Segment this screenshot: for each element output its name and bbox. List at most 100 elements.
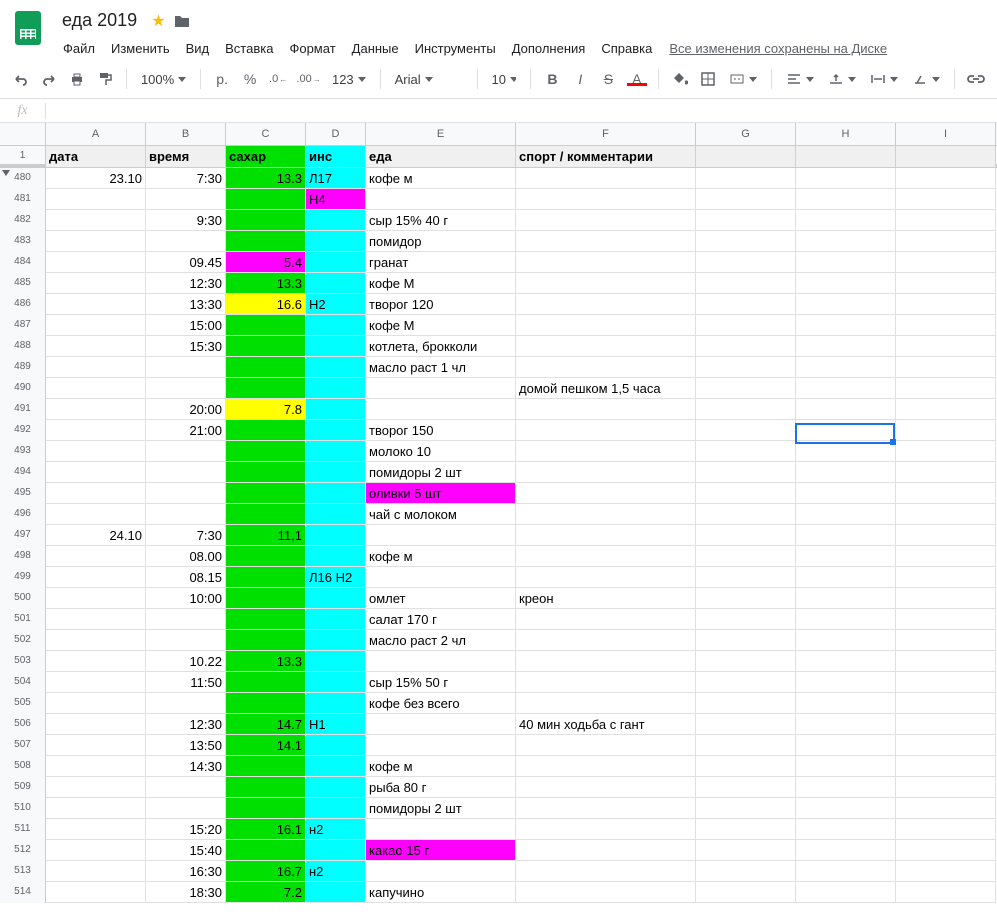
cell[interactable] [306, 840, 366, 861]
cell[interactable]: 12:30 [146, 714, 226, 735]
cell[interactable] [796, 504, 896, 525]
strike-button[interactable]: S [595, 66, 621, 92]
cell[interactable] [896, 189, 996, 210]
row-header[interactable]: 493 [0, 441, 46, 462]
cell[interactable]: молоко 10 [366, 441, 516, 462]
cell[interactable] [366, 735, 516, 756]
cell[interactable]: Н2 [306, 294, 366, 315]
cell[interactable] [796, 294, 896, 315]
cell[interactable] [696, 840, 796, 861]
row-header[interactable]: 514 [0, 882, 46, 903]
cell[interactable] [696, 672, 796, 693]
menu-tools[interactable]: Инструменты [408, 37, 503, 60]
cell[interactable]: какао 15 г [366, 840, 516, 861]
cell[interactable] [366, 399, 516, 420]
cell[interactable] [896, 693, 996, 714]
cell[interactable] [46, 840, 146, 861]
cell[interactable] [306, 798, 366, 819]
cell[interactable] [896, 861, 996, 882]
cell[interactable] [306, 546, 366, 567]
cell[interactable] [46, 483, 146, 504]
column-header-D[interactable]: D [306, 123, 366, 145]
cell[interactable] [226, 462, 306, 483]
cell[interactable] [516, 840, 696, 861]
row-header[interactable]: 488 [0, 336, 46, 357]
cell[interactable]: Л17 [306, 168, 366, 189]
cell[interactable] [696, 189, 796, 210]
cell[interactable] [896, 504, 996, 525]
row-dropdown-icon[interactable] [2, 170, 10, 176]
column-header-A[interactable]: A [46, 123, 146, 145]
cell[interactable] [516, 525, 696, 546]
cell[interactable] [796, 735, 896, 756]
cell[interactable] [696, 462, 796, 483]
cell[interactable] [896, 567, 996, 588]
cell[interactable] [696, 483, 796, 504]
cell[interactable] [696, 504, 796, 525]
paint-format-button[interactable] [92, 66, 118, 92]
cell[interactable] [896, 819, 996, 840]
cell[interactable] [46, 777, 146, 798]
row-header[interactable]: 492 [0, 420, 46, 441]
font-select[interactable]: Arial [389, 66, 469, 92]
cell[interactable] [696, 210, 796, 231]
column-header-H[interactable]: H [796, 123, 896, 145]
cell[interactable] [516, 756, 696, 777]
cell[interactable] [306, 441, 366, 462]
cell[interactable] [896, 840, 996, 861]
cell[interactable] [226, 315, 306, 336]
cell[interactable] [796, 714, 896, 735]
cell[interactable]: 15:30 [146, 336, 226, 357]
row-header[interactable]: 480 [0, 168, 46, 189]
cell[interactable]: Л16 Н2 [306, 567, 366, 588]
cell[interactable] [796, 483, 896, 504]
row-header[interactable]: 504 [0, 672, 46, 693]
cell[interactable]: 14.7 [226, 714, 306, 735]
cell[interactable] [146, 693, 226, 714]
cell[interactable] [696, 252, 796, 273]
cell[interactable]: 13.3 [226, 273, 306, 294]
cell[interactable]: салат 170 г [366, 609, 516, 630]
currency-button[interactable]: р. [209, 66, 235, 92]
row-header[interactable]: 498 [0, 546, 46, 567]
row-header[interactable]: 489 [0, 357, 46, 378]
percent-button[interactable]: % [237, 66, 263, 92]
cell[interactable] [696, 525, 796, 546]
cell[interactable] [306, 672, 366, 693]
cell[interactable] [516, 504, 696, 525]
cell[interactable] [226, 504, 306, 525]
sheets-logo[interactable] [8, 8, 48, 48]
cell[interactable] [516, 399, 696, 420]
cell[interactable] [896, 777, 996, 798]
cell[interactable] [896, 798, 996, 819]
cell[interactable] [46, 672, 146, 693]
cell[interactable] [796, 777, 896, 798]
cell[interactable]: 16.1 [226, 819, 306, 840]
cell[interactable] [796, 651, 896, 672]
cell[interactable] [896, 273, 996, 294]
cell[interactable] [226, 189, 306, 210]
cell[interactable]: кофе м [366, 168, 516, 189]
cell[interactable] [516, 420, 696, 441]
cell[interactable] [696, 420, 796, 441]
cell[interactable] [46, 756, 146, 777]
column-header-G[interactable]: G [696, 123, 796, 145]
cell[interactable] [696, 315, 796, 336]
header-cell-E[interactable]: еда [366, 146, 516, 167]
cell[interactable] [226, 567, 306, 588]
cell[interactable] [896, 672, 996, 693]
cell[interactable]: 08.00 [146, 546, 226, 567]
cell[interactable] [796, 231, 896, 252]
cell[interactable] [696, 567, 796, 588]
cell[interactable]: рыба 80 г [366, 777, 516, 798]
undo-button[interactable] [8, 66, 34, 92]
row-header[interactable]: 487 [0, 315, 46, 336]
cell[interactable] [696, 273, 796, 294]
cell[interactable] [46, 882, 146, 903]
cell[interactable] [46, 315, 146, 336]
cell[interactable]: творог 120 [366, 294, 516, 315]
row-header[interactable]: 502 [0, 630, 46, 651]
cell[interactable] [46, 651, 146, 672]
row-header[interactable]: 509 [0, 777, 46, 798]
cell[interactable]: 14:30 [146, 756, 226, 777]
